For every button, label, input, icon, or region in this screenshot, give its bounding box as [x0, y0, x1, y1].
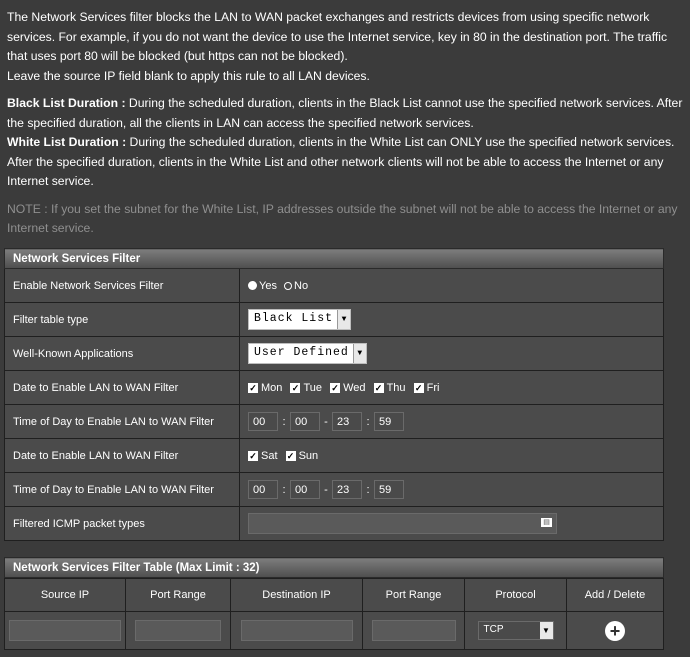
filter-section-title: Network Services Filter — [4, 248, 664, 269]
filter-table-type-label: Filter table type — [4, 302, 240, 337]
add-rule-button[interactable]: + — [605, 620, 625, 641]
filter-table-type-row: Filter table type Black List ▼ — [4, 302, 664, 337]
radio-unselected-icon — [284, 281, 293, 290]
note: NOTE : If you set the subnet for the Whi… — [7, 200, 687, 239]
weekend-start-minute-input[interactable]: 00 — [290, 480, 320, 499]
filter-table-title: Network Services Filter Table (Max Limit… — [4, 557, 664, 578]
col-source-ip: Source IP — [4, 578, 126, 612]
white-list-description: White List Duration : During the schedul… — [7, 133, 687, 192]
protocol-select[interactable]: TCP ▼ — [477, 621, 554, 640]
check-icon: ✓ — [330, 382, 341, 393]
icmp-input[interactable]: ▤ — [248, 513, 557, 534]
list-icon[interactable]: ▤ — [541, 518, 552, 527]
note-text: If you set the subnet for the White List… — [7, 201, 678, 236]
filter-table-type-value: Black List — [254, 312, 334, 325]
filter-table-type-select[interactable]: Black List ▼ — [248, 309, 352, 330]
filter-table-input-row: TCP ▼ + — [4, 611, 664, 650]
weekend-end-minute-input[interactable]: 59 — [374, 480, 404, 499]
col-protocol: Protocol — [464, 578, 567, 612]
enable-yes-label: Yes — [259, 279, 277, 292]
protocol-value: TCP — [483, 624, 504, 635]
source-port-range-input[interactable] — [135, 620, 221, 641]
source-ip-input[interactable] — [9, 620, 121, 641]
radio-selected-icon — [248, 280, 257, 290]
chevron-down-icon: ▼ — [337, 310, 351, 329]
intro-text: The Network Services filter blocks the L… — [7, 8, 687, 239]
well-known-apps-label: Well-Known Applications — [4, 336, 240, 371]
enable-yes-radio[interactable]: Yes — [248, 280, 277, 292]
filter-rules-table: Source IP Port Range Destination IP Port… — [4, 578, 664, 650]
checkbox-fri-label: Fri — [426, 381, 440, 394]
check-icon: ✓ — [248, 450, 258, 461]
weekend-date-row: Date to Enable LAN to WAN Filter ✓ Sat ✓ S… — [4, 438, 664, 473]
weekday-date-row: Date to Enable LAN to WAN Filter ✓ Mon ✓ T… — [4, 370, 664, 405]
enable-no-label: No — [294, 279, 309, 292]
checkbox-thu[interactable]: ✓ Thu — [373, 381, 406, 394]
weekend-date-label: Date to Enable LAN to WAN Filter — [4, 438, 240, 473]
icmp-row: Filtered ICMP packet types ▤ — [4, 506, 664, 541]
checkbox-sat[interactable]: ✓ Sat — [248, 450, 278, 462]
well-known-apps-value: User Defined — [254, 346, 349, 359]
check-icon: ✓ — [413, 382, 424, 393]
col-add-delete: Add / Delete — [566, 578, 664, 612]
weekday-end-minute-input[interactable]: 59 — [374, 412, 404, 431]
intro-paragraph: The Network Services filter blocks the L… — [7, 10, 668, 63]
checkbox-wed[interactable]: ✓ Wed — [330, 381, 366, 394]
check-icon: ✓ — [290, 382, 301, 393]
filter-table-columns: Source IP Port Range Destination IP Port… — [4, 578, 664, 612]
black-list-description: Black List Duration : During the schedul… — [7, 94, 687, 133]
weekend-start-hour-input[interactable]: 00 — [248, 480, 278, 499]
icmp-label: Filtered ICMP packet types — [4, 506, 240, 541]
col-destination-port-range: Port Range — [362, 578, 465, 612]
checkbox-mon-label: Mon — [261, 381, 283, 394]
network-services-filter-form: Network Services Filter Enable Network S… — [4, 248, 664, 541]
filter-table-header: Network Services Filter Table (Max Limit… — [4, 557, 664, 578]
check-icon: ✓ — [373, 382, 384, 393]
checkbox-mon[interactable]: ✓ Mon — [248, 382, 282, 394]
destination-ip-input[interactable] — [240, 620, 353, 641]
checkbox-sun-label: Sun — [298, 449, 319, 462]
weekend-time-label: Time of Day to Enable LAN to WAN Filter — [4, 472, 240, 507]
weekend-time-row: Time of Day to Enable LAN to WAN Filter … — [4, 472, 664, 507]
weekday-time-row: Time of Day to Enable LAN to WAN Filter … — [4, 404, 664, 439]
col-source-port-range: Port Range — [125, 578, 231, 612]
checkbox-wed-label: Wed — [343, 381, 366, 394]
note-label: NOTE : — [7, 201, 48, 216]
intro-source-ip-hint: Leave the source IP field blank to apply… — [7, 68, 370, 83]
weekday-time-label: Time of Day to Enable LAN to WAN Filter — [4, 404, 240, 439]
check-icon: ✓ — [285, 450, 296, 461]
well-known-apps-select[interactable]: User Defined ▼ — [248, 343, 367, 364]
checkbox-sun[interactable]: ✓ Sun — [285, 449, 319, 462]
chevron-down-icon: ▼ — [352, 344, 366, 363]
well-known-apps-row: Well-Known Applications User Defined ▼ — [4, 336, 664, 371]
weekday-start-minute-input[interactable]: 00 — [290, 412, 320, 431]
weekday-start-hour-input[interactable]: 00 — [248, 412, 278, 431]
weekday-date-label: Date to Enable LAN to WAN Filter — [4, 370, 240, 405]
weekday-end-hour-input[interactable]: 23 — [332, 412, 362, 431]
enable-filter-label: Enable Network Services Filter — [4, 268, 240, 303]
checkbox-thu-label: Thu — [386, 381, 406, 394]
enable-no-radio[interactable]: No — [284, 280, 308, 292]
checkbox-sat-label: Sat — [261, 449, 278, 462]
destination-port-range-input[interactable] — [371, 620, 456, 641]
checkbox-tue-label: Tue — [303, 381, 323, 394]
checkbox-fri[interactable]: ✓ Fri — [413, 381, 440, 394]
weekend-end-hour-input[interactable]: 23 — [332, 480, 362, 499]
black-list-label: Black List Duration : — [7, 96, 126, 110]
check-icon: ✓ — [248, 382, 258, 393]
enable-filter-row: Enable Network Services Filter Yes No — [4, 268, 664, 303]
chevron-down-icon: ▼ — [539, 622, 553, 639]
col-destination-ip: Destination IP — [230, 578, 363, 612]
checkbox-tue[interactable]: ✓ Tue — [290, 382, 322, 394]
white-list-label: White List Duration : — [7, 135, 127, 149]
